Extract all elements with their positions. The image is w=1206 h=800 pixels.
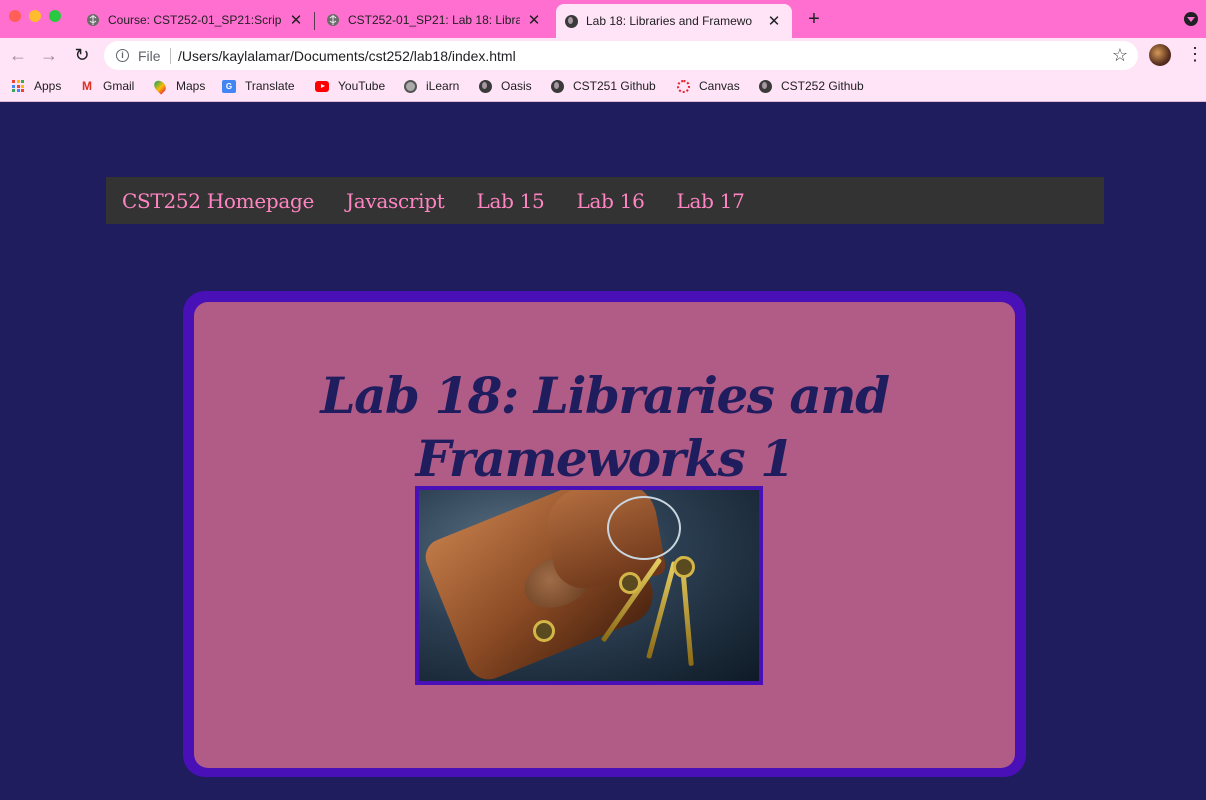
url-text[interactable]: /Users/kaylalamar/Documents/cst252/lab18… [178, 48, 516, 64]
browser-tab-lab18-page[interactable]: Lab 18: Libraries and Framewo ✕ [556, 4, 792, 38]
bookmark-maps[interactable]: Maps [151, 77, 206, 95]
canvas-icon [676, 79, 690, 93]
globe-icon [478, 79, 492, 93]
nav-link-lab-17[interactable]: Lab 17 [677, 189, 745, 213]
bookmark-canvas[interactable]: Canvas [676, 79, 740, 93]
bookmark-label: Oasis [501, 79, 532, 93]
gmail-icon: M [82, 79, 92, 93]
bookmark-label: iLearn [426, 79, 460, 93]
globe-icon [564, 14, 578, 28]
bookmark-label: YouTube [338, 79, 386, 93]
browser-tab-lab18-assignment[interactable]: CST252-01_SP21: Lab 18: Libra ✕ [318, 4, 552, 36]
nav-link-cst252-homepage[interactable]: CST252 Homepage [122, 189, 314, 213]
profile-avatar[interactable] [1149, 44, 1171, 66]
bookmark-oasis[interactable]: Oasis [478, 79, 532, 93]
bookmark-label: Canvas [699, 79, 740, 93]
site-navigation: CST252 Homepage Javascript Lab 15 Lab 16… [106, 177, 1104, 224]
content-card-body: Lab 18: Libraries and Frameworks 1 [194, 302, 1015, 768]
tab-search-icon[interactable] [1184, 12, 1198, 26]
bookmark-gmail[interactable]: M Gmail [80, 79, 134, 93]
bookmark-label: CST251 Github [573, 79, 656, 93]
nav-link-javascript[interactable]: Javascript [346, 189, 445, 213]
forward-arrow-icon[interactable]: → [38, 44, 60, 66]
bookmark-label: Maps [176, 79, 206, 93]
browser-tabstrip: Course: CST252-01_SP21:Scrip ✕ CST252-01… [0, 0, 1206, 38]
more-menu-icon[interactable]: ⋮ [1186, 45, 1204, 63]
close-tab-icon[interactable]: ✕ [526, 11, 542, 29]
bookmark-star-icon[interactable]: ☆ [1112, 45, 1128, 66]
bookmarks-bar: Apps M Gmail Maps G Translate YouTube iL… [0, 72, 1206, 102]
bookmark-label: CST252 Github [781, 79, 864, 93]
new-tab-button[interactable]: + [804, 8, 824, 30]
bookmark-label: Gmail [103, 79, 135, 93]
minimize-window-button[interactable] [29, 10, 41, 22]
key-head-graphic [673, 556, 695, 578]
bookmark-cst252-github[interactable]: CST252 Github [758, 79, 864, 93]
featured-image [419, 490, 759, 681]
maps-pin-icon [151, 77, 169, 95]
bookmark-ilearn[interactable]: iLearn [403, 79, 459, 93]
key-head-graphic [533, 620, 555, 642]
tab-title: CST252-01_SP21: Lab 18: Libra [348, 13, 520, 27]
tab-title: Lab 18: Libraries and Framewo [586, 14, 753, 28]
brain-icon [326, 13, 340, 27]
browser-tab-course[interactable]: Course: CST252-01_SP21:Scrip ✕ [78, 4, 314, 36]
nav-link-lab-16[interactable]: Lab 16 [576, 189, 644, 213]
bookmark-cst251-github[interactable]: CST251 Github [550, 79, 656, 93]
page-title: Lab 18: Libraries and Frameworks 1 [194, 364, 1015, 490]
bookmark-label: Translate [245, 79, 295, 93]
close-tab-icon[interactable]: ✕ [288, 11, 304, 29]
nav-link-lab-15[interactable]: Lab 15 [476, 189, 544, 213]
address-bar[interactable]: i File /Users/kaylalamar/Documents/cst25… [104, 41, 1138, 70]
bookmark-label: Apps [34, 79, 62, 93]
apps-grid-icon [11, 79, 25, 93]
brain-icon [86, 13, 100, 27]
ilearn-icon [403, 79, 417, 93]
globe-icon [758, 79, 772, 93]
tab-divider [314, 12, 315, 30]
close-window-button[interactable] [9, 10, 21, 22]
page-title-line-1: Lab 18: Libraries and [320, 366, 890, 425]
reload-icon[interactable]: ↻ [71, 44, 93, 66]
tab-title: Course: CST252-01_SP21:Scrip [108, 13, 282, 27]
featured-image-frame [415, 486, 763, 685]
scheme-label: File [138, 48, 161, 64]
bookmark-translate[interactable]: G Translate [222, 79, 295, 93]
info-icon[interactable]: i [116, 49, 129, 62]
bookmark-youtube[interactable]: YouTube [315, 79, 385, 93]
key-head-graphic [619, 572, 641, 594]
key-ring-graphic [607, 496, 681, 560]
maximize-window-button[interactable] [49, 10, 61, 22]
address-divider [170, 48, 171, 64]
page-title-line-2: Frameworks 1 [415, 429, 795, 488]
web-page: CST252 Homepage Javascript Lab 15 Lab 16… [0, 103, 1206, 800]
back-arrow-icon[interactable]: ← [7, 44, 29, 66]
youtube-icon [315, 79, 329, 93]
close-tab-icon[interactable]: ✕ [766, 12, 782, 30]
globe-icon [550, 79, 564, 93]
translate-icon: G [222, 79, 236, 93]
bookmark-apps[interactable]: Apps [11, 79, 61, 93]
content-card: Lab 18: Libraries and Frameworks 1 [183, 291, 1026, 777]
browser-toolbar: ← → ↻ i File /Users/kaylalamar/Documents… [0, 38, 1206, 72]
